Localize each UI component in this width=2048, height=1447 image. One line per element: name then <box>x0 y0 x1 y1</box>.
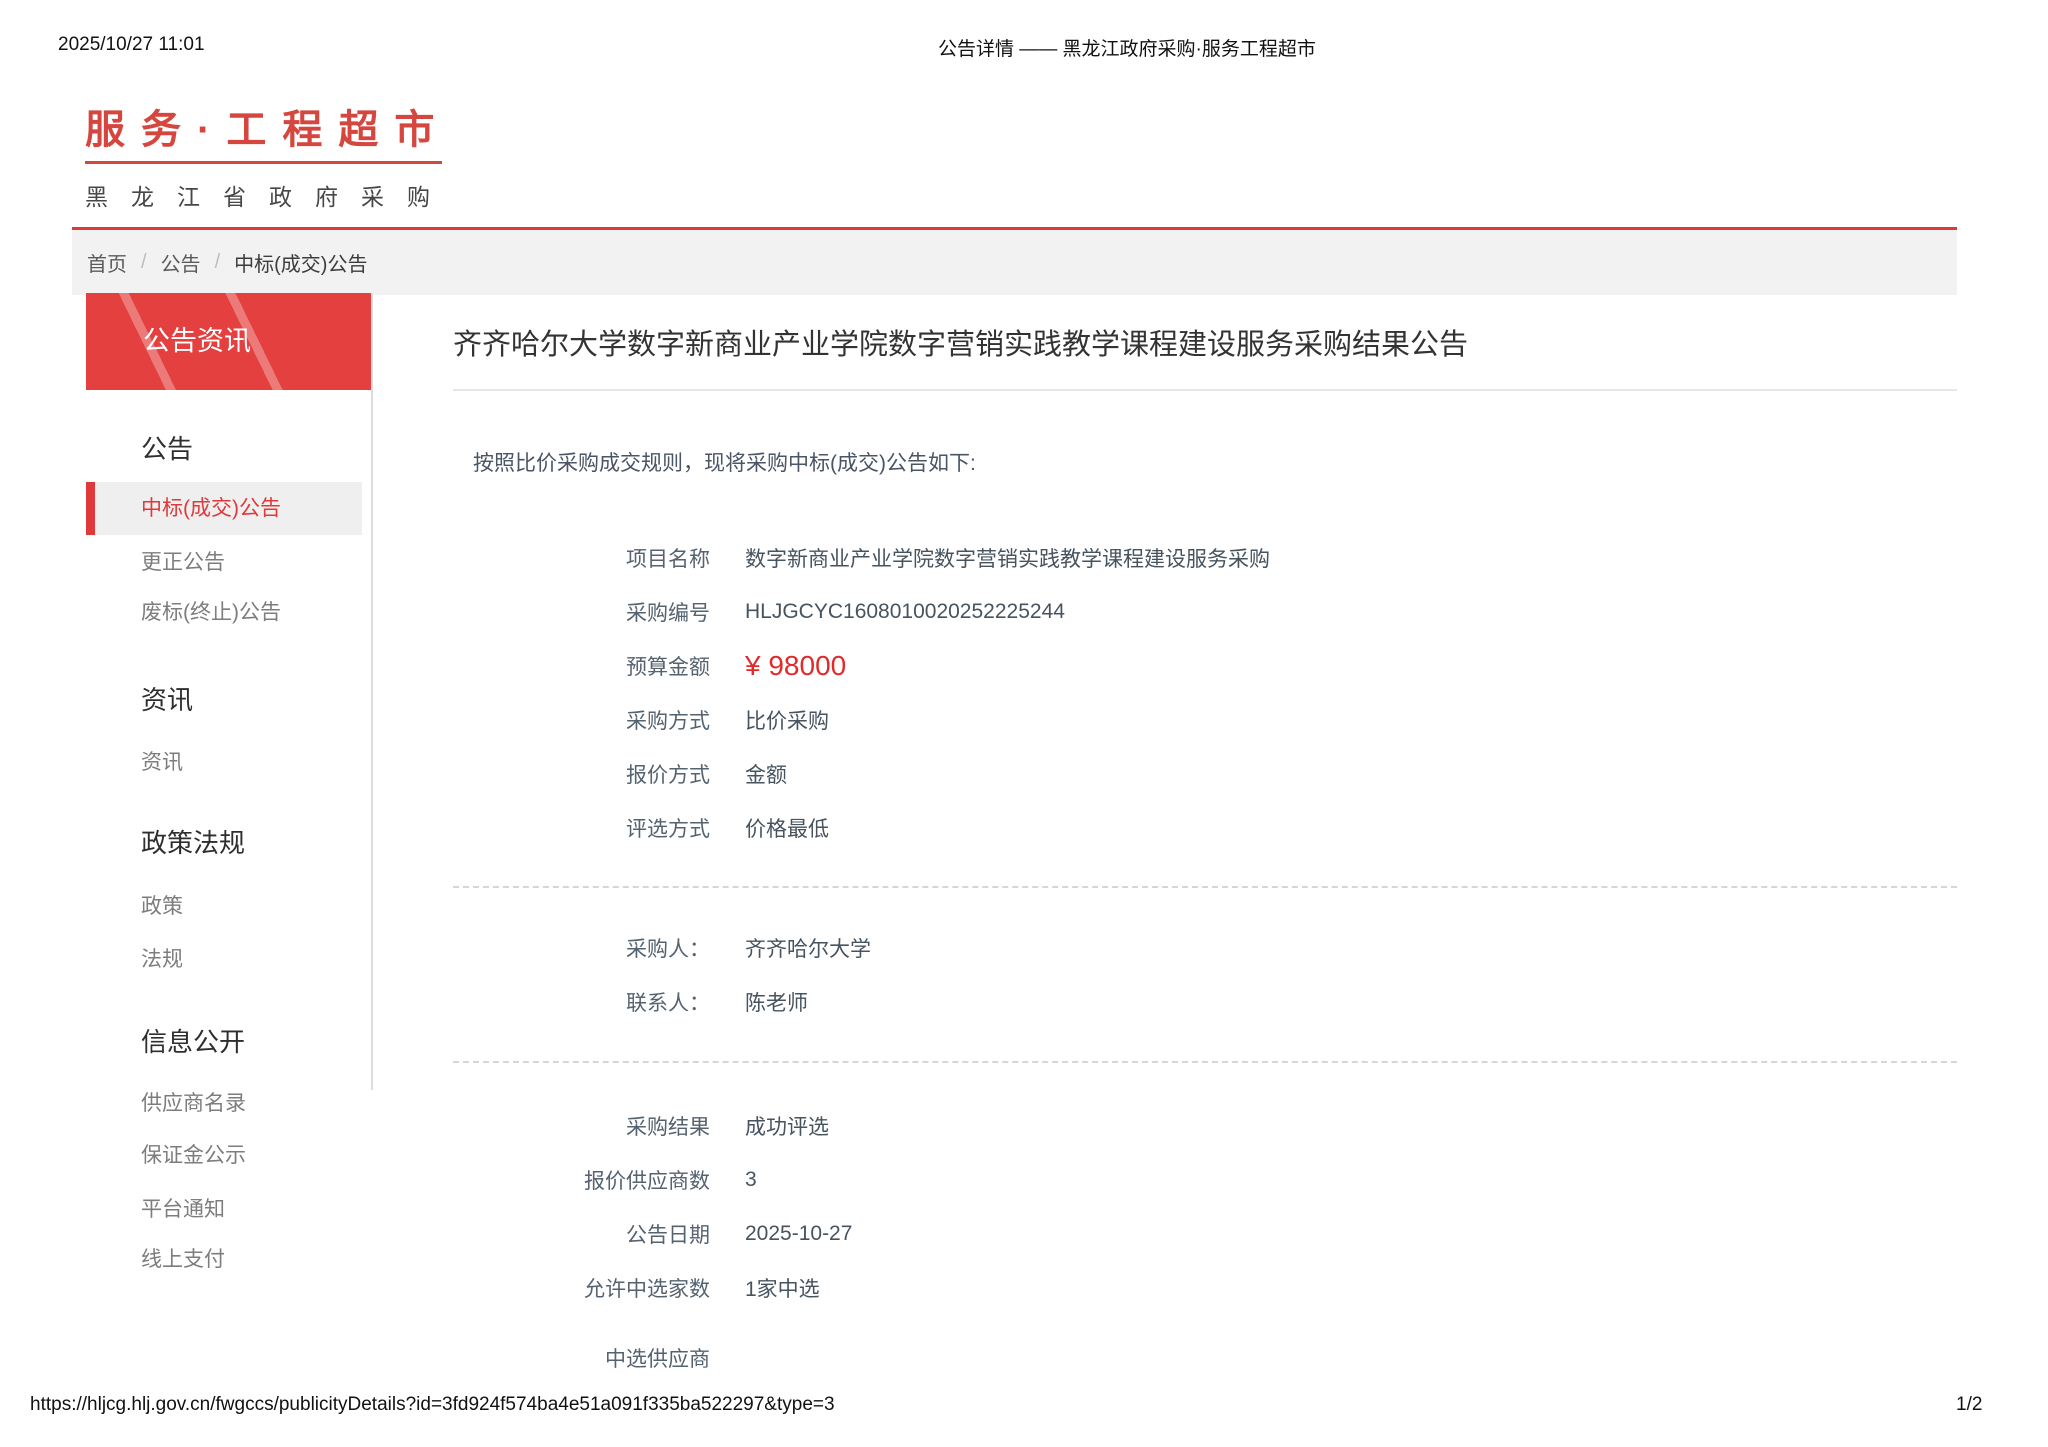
field-label: 公告日期 <box>453 1219 710 1249</box>
sidebar-menu: 公告 中标(成交)公告 更正公告 废标(终止)公告 资讯 资讯 政策法规 政策 … <box>86 390 372 1270</box>
sidebar-item-supplier-directory[interactable]: 供应商名录 <box>141 1093 372 1114</box>
print-page-number: 1/2 <box>1956 1394 1982 1416</box>
field-value: 3 <box>745 1168 757 1192</box>
field-label: 评选方式 <box>453 813 710 843</box>
announcement-title: 齐齐哈尔大学数字新商业产业学院数字营销实践教学课程建设服务采购结果公告 <box>453 328 1957 363</box>
sidebar-group-news: 资讯 <box>141 687 372 713</box>
field-value: 金额 <box>745 759 787 789</box>
logo-underline <box>85 161 442 164</box>
sidebar-group-policies: 政策法规 <box>141 830 372 856</box>
sidebar-item-winning-announcements[interactable]: 中标(成交)公告 <box>86 482 362 535</box>
print-page-title: 公告详情 —— 黑龙江政府采购·服务工程超市 <box>938 34 1316 61</box>
field-value: HLJGCYC1608010020252225244 <box>745 600 1065 624</box>
breadcrumb-separator: / <box>141 251 147 274</box>
logo-subtitle: 黑龙江省政府采购 <box>85 178 453 212</box>
field-label: 报价供应商数 <box>453 1165 710 1195</box>
field-value: 陈老师 <box>745 987 808 1017</box>
field-value: 1家中选 <box>745 1273 820 1303</box>
field-label: 采购编号 <box>453 597 710 627</box>
field-label: 允许中选家数 <box>453 1273 710 1303</box>
budget-amount-value: ¥ 98000 <box>745 650 846 682</box>
announcement-detail: 齐齐哈尔大学数字新商业产业学院数字营销实践教学课程建设服务采购结果公告 按照比价… <box>453 310 1957 1385</box>
sidebar-group-announcements: 公告 <box>141 436 372 462</box>
sidebar-item-policy[interactable]: 政策 <box>141 896 372 917</box>
breadcrumb-separator: / <box>215 251 221 274</box>
result-info-section: 采购结果 成功评选 报价供应商数 3 公告日期 2025-10-27 允许中选家… <box>453 1099 1957 1385</box>
field-label: 报价方式 <box>453 759 710 789</box>
field-label: 中选供应商 <box>453 1343 710 1373</box>
title-divider <box>453 389 1957 391</box>
breadcrumb-item-announcements[interactable]: 公告 <box>161 248 201 277</box>
field-row-project-name: 项目名称 数字新商业产业学院数字营销实践教学课程建设服务采购 <box>453 531 1957 585</box>
sidebar-group-disclosure: 信息公开 <box>141 1029 372 1055</box>
logo-text: 服务·工程超市 <box>85 108 453 152</box>
field-row-winning-supplier: 中选供应商 <box>453 1331 1957 1385</box>
breadcrumb-item-home[interactable]: 首页 <box>87 248 127 277</box>
field-value: 数字新商业产业学院数字营销实践教学课程建设服务采购 <box>745 543 1270 573</box>
site-logo[interactable]: 服务·工程超市 黑龙江省政府采购 <box>85 108 453 212</box>
field-row-evaluation-method: 评选方式 价格最低 <box>453 801 1957 855</box>
field-row-buyer: 采购人： 齐齐哈尔大学 <box>453 921 1957 975</box>
field-label: 采购方式 <box>453 705 710 735</box>
field-label: 项目名称 <box>453 543 710 573</box>
sidebar-item-regulations[interactable]: 法规 <box>141 949 372 970</box>
announcement-intro: 按照比价采购成交规则，现将采购中标(成交)公告如下: <box>453 447 1957 477</box>
field-row-contact: 联系人： 陈老师 <box>453 975 1957 1029</box>
field-value: 2025-10-27 <box>745 1222 852 1246</box>
field-value: 齐齐哈尔大学 <box>745 933 871 963</box>
field-row-budget-amount: 预算金额 ¥ 98000 <box>453 639 1957 693</box>
field-label: 采购结果 <box>453 1111 710 1141</box>
buyer-info-section: 采购人： 齐齐哈尔大学 联系人： 陈老师 <box>453 921 1957 1029</box>
sidebar-item-online-payment[interactable]: 线上支付 <box>141 1249 372 1270</box>
field-value: 成功评选 <box>745 1111 829 1141</box>
breadcrumb-item-current: 中标(成交)公告 <box>234 248 367 277</box>
sidebar-item-deposit-publicity[interactable]: 保证金公示 <box>141 1145 372 1166</box>
field-row-procurement-method: 采购方式 比价采购 <box>453 693 1957 747</box>
field-label: 联系人： <box>453 987 710 1017</box>
sidebar-item-cancelled-announcements[interactable]: 废标(终止)公告 <box>141 602 372 623</box>
breadcrumb: 首页 / 公告 / 中标(成交)公告 <box>72 230 1957 295</box>
field-row-allowed-winners: 允许中选家数 1家中选 <box>453 1261 1957 1315</box>
project-info-section: 项目名称 数字新商业产业学院数字营销实践教学课程建设服务采购 采购编号 HLJG… <box>453 531 1957 855</box>
field-row-procurement-result: 采购结果 成功评选 <box>453 1099 1957 1153</box>
print-timestamp: 2025/10/27 11:01 <box>58 34 205 56</box>
field-row-supplier-count: 报价供应商数 3 <box>453 1153 1957 1207</box>
sidebar-item-news[interactable]: 资讯 <box>141 752 372 773</box>
field-value: 价格最低 <box>745 813 829 843</box>
field-row-announcement-date: 公告日期 2025-10-27 <box>453 1207 1957 1261</box>
print-footer-url: https://hljcg.hlj.gov.cn/fwgccs/publicit… <box>30 1394 835 1416</box>
field-label: 预算金额 <box>453 651 710 681</box>
field-row-quotation-method: 报价方式 金额 <box>453 747 1957 801</box>
section-divider-dashed <box>453 886 1957 888</box>
field-value: 比价采购 <box>745 705 829 735</box>
announcement-detail-page: { "print_header": { "timestamp": "2025/1… <box>0 0 2048 1447</box>
field-row-procurement-number: 采购编号 HLJGCYC1608010020252225244 <box>453 585 1957 639</box>
sidebar-banner: 公告资讯 <box>86 293 372 390</box>
sidebar-item-platform-notices[interactable]: 平台通知 <box>141 1199 372 1220</box>
sidebar-item-correction-announcements[interactable]: 更正公告 <box>141 552 372 573</box>
section-divider-dashed <box>453 1061 1957 1063</box>
field-label: 采购人： <box>453 933 710 963</box>
